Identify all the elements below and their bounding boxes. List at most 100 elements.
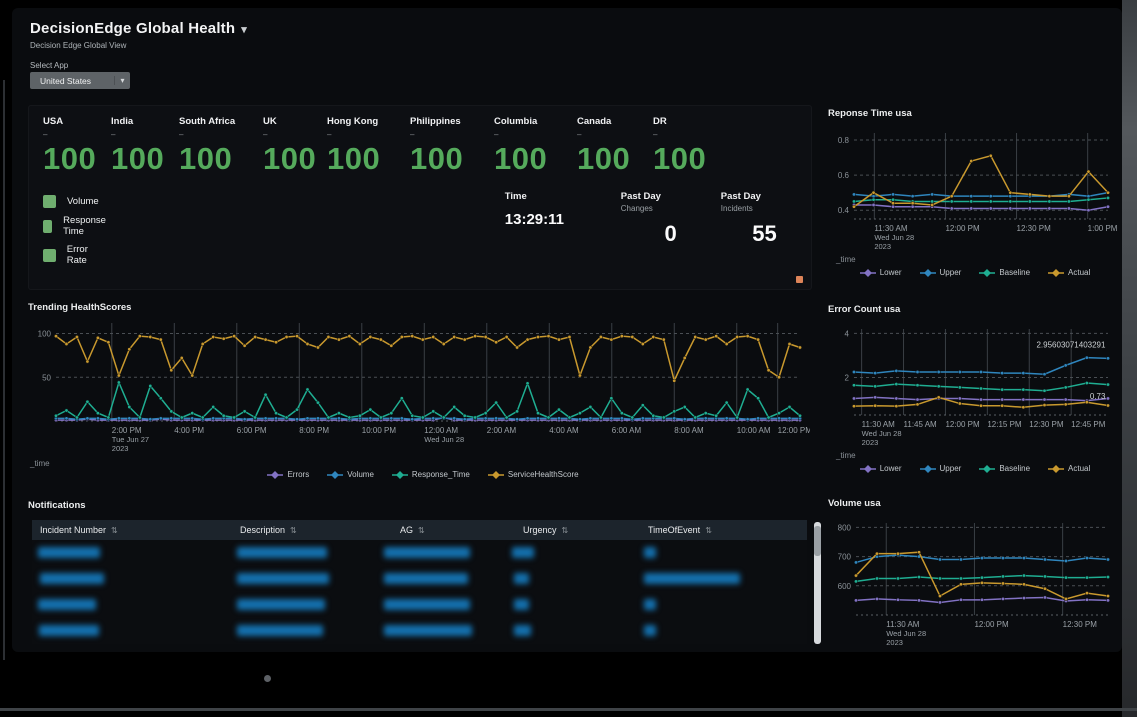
svg-text:0.4: 0.4 (838, 206, 850, 215)
svg-text:50: 50 (42, 373, 51, 382)
svg-text:12:00 PM: 12:00 PM (945, 420, 980, 429)
country-score-row: USA – 100 India – 100 South Africa – 100… (29, 106, 811, 177)
trending-chart: 501002:00 PMTue Jun 2720234:00 PM6:00 PM… (28, 315, 810, 465)
incidents-count: 55 (721, 221, 783, 247)
legend-item-upper[interactable]: Upper (920, 268, 962, 277)
chevron-down-icon: ▾ (114, 76, 130, 85)
column-header-urgency[interactable]: Urgency⇅ (523, 520, 568, 540)
health-scores-panel: USA – 100 India – 100 South Africa – 100… (28, 105, 812, 290)
sort-icon: ⇅ (111, 526, 118, 535)
series-marker-icon (392, 471, 408, 479)
country-score-dr: DR – 100 (653, 116, 713, 177)
svg-text:0.8: 0.8 (838, 136, 850, 145)
svg-text:10:00 AM: 10:00 AM (737, 426, 771, 435)
legend-item-baseline[interactable]: Baseline (979, 268, 1030, 277)
legend-row-error-rate: Error Rate (43, 244, 110, 266)
sort-icon: ⇅ (418, 526, 425, 535)
app-select-dropdown[interactable]: United States ▾ (30, 72, 130, 89)
error-chart-title: Error Count usa (828, 304, 1122, 315)
legend-item-lower[interactable]: Lower (860, 268, 902, 277)
kpi-past-day-changes: Past Day Changes 0 (621, 191, 683, 273)
svg-text:12:15 PM: 12:15 PM (987, 420, 1022, 429)
table-row[interactable] (32, 618, 807, 644)
svg-text:12:30 PM: 12:30 PM (1029, 420, 1064, 429)
legend-item-actual[interactable]: Actual (1048, 268, 1090, 277)
legend-item-volume[interactable]: Volume (327, 470, 374, 479)
table-row[interactable] (32, 566, 807, 592)
legend-item-actual[interactable]: Actual (1048, 464, 1090, 473)
select-app-label: Select App (30, 61, 68, 70)
svg-text:2023: 2023 (874, 242, 891, 251)
green-swatch-icon (43, 249, 56, 262)
notifications-table-header: Incident Number⇅ Description⇅ AG⇅ Urgenc… (32, 520, 807, 540)
svg-text:11:30 AM: 11:30 AM (874, 224, 908, 233)
trending-chart-legend: Errors Volume Response_Time ServiceHealthSc… (28, 470, 818, 479)
table-row[interactable] (32, 592, 807, 618)
panel-refresh-icon[interactable] (796, 276, 803, 283)
svg-text:0.6: 0.6 (838, 171, 850, 180)
response-time-panel: Reponse Time usa 0.40.60.811:30 AMWed Ju… (828, 108, 1122, 300)
svg-text:2023: 2023 (862, 438, 879, 447)
notifications-panel: Notifications Incident Number⇅ Descripti… (28, 500, 818, 652)
column-header-ag[interactable]: AG⇅ (400, 520, 425, 540)
svg-text:2023: 2023 (886, 638, 903, 647)
series-marker-icon (1048, 269, 1064, 277)
table-scrollbar[interactable] (814, 522, 821, 644)
svg-text:2.95603071403291: 2.95603071403291 (1036, 341, 1106, 350)
svg-text:12:00 PM: 12:00 PM (974, 620, 1009, 629)
svg-text:2: 2 (845, 374, 850, 383)
legend-item-servicehealthscore[interactable]: ServiceHealthScore (488, 470, 579, 479)
country-score-philippines: Philippines – 100 (410, 116, 494, 177)
country-score-canada: Canada – 100 (577, 116, 653, 177)
legend-item-response_time[interactable]: Response_Time (392, 470, 470, 479)
svg-text:12:45 PM: 12:45 PM (1071, 420, 1106, 429)
notifications-table: Incident Number⇅ Description⇅ AG⇅ Urgenc… (32, 520, 807, 644)
monitor-power-led (264, 675, 271, 682)
volume-chart: 60070080011:30 AMWed Jun 28202312:00 PM1… (828, 515, 1118, 652)
series-marker-icon (920, 269, 936, 277)
legend-item-upper[interactable]: Upper (920, 464, 962, 473)
column-header-timeofevent[interactable]: TimeOfEvent⇅ (648, 520, 712, 540)
svg-text:1:00 PM: 1:00 PM (1088, 224, 1118, 233)
series-marker-icon (979, 269, 995, 277)
trending-chart-title: Trending HealthScores (28, 302, 818, 313)
table-row[interactable] (32, 540, 807, 566)
sort-icon: ⇅ (705, 526, 712, 535)
legend-item-errors[interactable]: Errors (267, 470, 309, 479)
country-score-south-africa: South Africa – 100 (179, 116, 263, 177)
svg-text:100: 100 (38, 330, 52, 339)
app-select-value: United States (30, 76, 114, 86)
current-time-value: 13:29:11 (505, 211, 583, 228)
svg-text:8:00 AM: 8:00 AM (674, 426, 704, 435)
column-header-incident-number[interactable]: Incident Number⇅ (40, 520, 118, 540)
svg-text:6:00 PM: 6:00 PM (237, 426, 267, 435)
svg-text:12:00 PM: 12:00 PM (778, 426, 810, 435)
notifications-title: Notifications (28, 500, 818, 511)
column-header-description[interactable]: Description⇅ (240, 520, 297, 540)
svg-text:0.73: 0.73 (1090, 392, 1106, 401)
svg-text:Wed Jun 28: Wed Jun 28 (424, 435, 464, 444)
country-score-hong-kong: Hong Kong – 100 (327, 116, 410, 177)
svg-text:12:30 PM: 12:30 PM (1063, 620, 1098, 629)
page-title-text: DecisionEdge Global Health (30, 20, 235, 37)
title-caret-icon[interactable]: ▾ (241, 24, 247, 36)
monitor-bezel-left (3, 80, 5, 660)
health-metric-legend: Volume Response Time Error Rate (43, 195, 110, 273)
svg-text:6:00 AM: 6:00 AM (612, 426, 642, 435)
table-scrollbar-thumb[interactable] (814, 526, 821, 556)
notifications-rows (32, 540, 807, 644)
series-marker-icon (267, 471, 283, 479)
kpi-past-day-incidents: Past Day Incidents 55 (721, 191, 783, 273)
country-score-india: India – 100 (111, 116, 179, 177)
trending-healthscores-panel: Trending HealthScores 501002:00 PMTue Ju… (28, 302, 818, 484)
volume-chart-title: Volume usa (828, 498, 1122, 509)
country-score-columbia: Columbia – 100 (494, 116, 577, 177)
series-marker-icon (860, 269, 876, 277)
legend-item-lower[interactable]: Lower (860, 464, 902, 473)
legend-row-volume: Volume (43, 195, 110, 208)
series-marker-icon (1048, 465, 1064, 473)
svg-text:12:00 PM: 12:00 PM (945, 224, 980, 233)
country-score-usa: USA – 100 (43, 116, 111, 177)
svg-text:12:00 AM: 12:00 AM (424, 426, 458, 435)
legend-item-baseline[interactable]: Baseline (979, 464, 1030, 473)
